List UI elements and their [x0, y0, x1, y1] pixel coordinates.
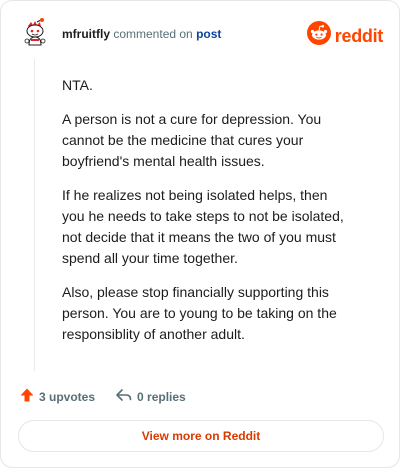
reply-button[interactable]: 0 replies	[115, 387, 186, 406]
comment-header: mfruitfly commented on post reddit	[1, 1, 399, 65]
comment-paragraph: A person is not a cure for depression. Y…	[62, 111, 322, 169]
view-more-button[interactable]: View more on Reddit	[18, 420, 384, 452]
reddit-wordmark: reddit	[334, 25, 384, 46]
comment-paragraph: If he realizes not being isolated helps,…	[62, 187, 344, 266]
comment-embed-card: mfruitfly commented on post reddit NTA. …	[0, 0, 400, 468]
comment-body: NTA. A person is not a cure for depressi…	[62, 75, 352, 358]
snoo-avatar-icon[interactable]	[19, 17, 51, 49]
comment-actions: 3 upvotes 0 replies	[19, 387, 186, 406]
replies-count: 0 replies	[137, 389, 186, 404]
action-text: commented on	[113, 27, 193, 41]
comment-paragraph: NTA.	[62, 77, 93, 93]
reddit-logo-icon	[306, 21, 331, 50]
username-link[interactable]: mfruitfly	[62, 27, 110, 41]
comment-paragraph: Also, please stop financially supporting…	[62, 284, 337, 342]
reddit-brand[interactable]: reddit	[306, 21, 384, 50]
upvote-button[interactable]: 3 upvotes	[19, 387, 95, 406]
comment-meta: mfruitfly commented on post	[62, 27, 221, 41]
upvote-arrow-icon	[19, 387, 39, 406]
post-link[interactable]: post	[196, 27, 221, 41]
thread-line	[34, 59, 35, 371]
reply-arrow-icon	[115, 387, 137, 406]
upvotes-count: 3 upvotes	[39, 389, 96, 404]
